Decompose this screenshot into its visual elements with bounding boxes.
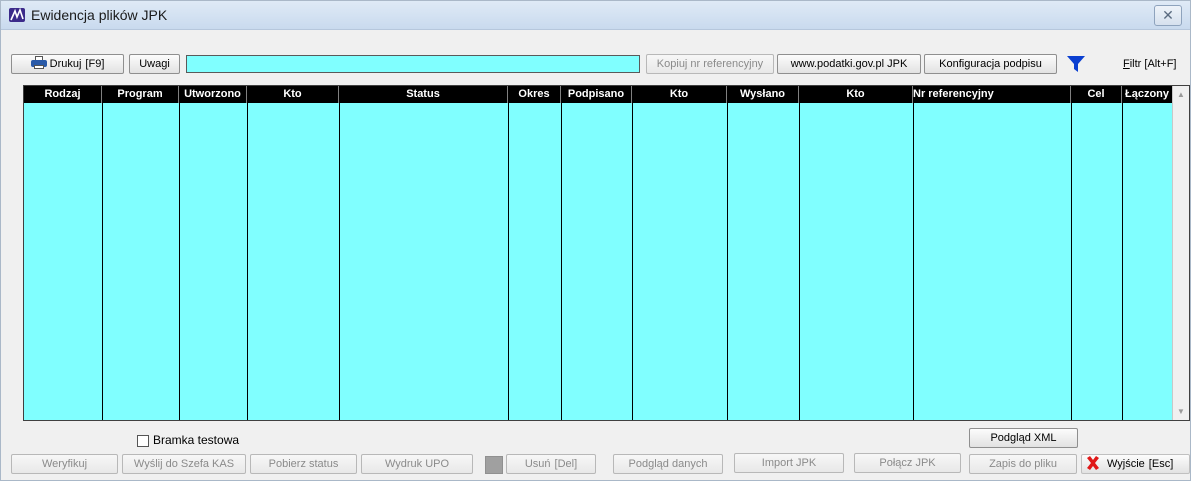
column-divider: [179, 103, 180, 420]
exit-label: Wyjście: [1107, 458, 1145, 470]
preview-data-button[interactable]: Podgląd danych: [613, 454, 723, 474]
import-jpk-button[interactable]: Import JPK: [734, 453, 844, 473]
app-icon: [9, 8, 25, 22]
column-header-reference-number[interactable]: Nr referencyjny: [913, 86, 1071, 103]
exit-button[interactable]: Wyjście [Esc]: [1081, 454, 1190, 474]
print-button[interactable]: Drukuj [F9]: [11, 54, 124, 74]
column-divider: [727, 103, 728, 420]
get-status-button[interactable]: Pobierz status: [250, 454, 357, 474]
column-header-purpose[interactable]: Cel: [1071, 86, 1122, 103]
filter-accelerator: F: [1123, 58, 1130, 70]
jpk-files-table[interactable]: Rodzaj Program Utworzono Kto Status Okre…: [23, 85, 1190, 421]
column-header-sent-by[interactable]: Kto: [799, 86, 913, 103]
test-gateway-label: Bramka testowa: [153, 433, 240, 447]
verify-button[interactable]: Weryfikuj: [11, 454, 118, 474]
scroll-down-arrow-icon[interactable]: ▼: [1173, 403, 1189, 420]
column-divider: [632, 103, 633, 420]
column-divider: [102, 103, 103, 420]
preview-xml-button[interactable]: Podgląd XML: [969, 428, 1078, 448]
table-header: Rodzaj Program Utworzono Kto Status Okre…: [24, 86, 1172, 103]
filter-button[interactable]: Filtr [Alt+F]: [1123, 58, 1177, 70]
print-shortcut: [F9]: [85, 58, 105, 70]
column-header-signed[interactable]: Podpisano: [561, 86, 632, 103]
delete-label: Usuń: [524, 458, 551, 470]
column-header-merged[interactable]: Łączony: [1122, 86, 1172, 103]
column-divider: [247, 103, 248, 420]
remarks-field[interactable]: [186, 55, 640, 73]
column-divider: [508, 103, 509, 420]
column-divider: [913, 103, 914, 420]
column-header-type[interactable]: Rodzaj: [24, 86, 102, 103]
print-label: Drukuj: [49, 58, 82, 70]
delete-button[interactable]: Usuń [Del]: [506, 454, 596, 474]
remarks-button[interactable]: Uwagi: [129, 54, 180, 74]
close-icon[interactable]: ✕: [1154, 5, 1182, 26]
column-header-program[interactable]: Program: [102, 86, 179, 103]
printer-icon: [30, 56, 47, 69]
exit-x-icon: [1087, 456, 1099, 470]
scroll-up-arrow-icon[interactable]: ▲: [1173, 86, 1189, 103]
vertical-scrollbar[interactable]: ▲ ▼: [1172, 86, 1189, 420]
column-divider: [1122, 103, 1123, 420]
column-divider: [339, 103, 340, 420]
column-header-created[interactable]: Utworzono: [179, 86, 247, 103]
column-header-status[interactable]: Status: [339, 86, 508, 103]
title-bar: Ewidencja plików JPK ✕: [1, 1, 1190, 30]
delete-shortcut: [Del]: [554, 458, 578, 470]
column-header-created-by[interactable]: Kto: [247, 86, 339, 103]
copy-reference-button[interactable]: Kopiuj nr referencyjny: [646, 54, 774, 74]
save-to-file-button[interactable]: Zapis do pliku: [969, 454, 1077, 474]
exit-shortcut: [Esc]: [1148, 458, 1174, 470]
delete-icon: [485, 456, 503, 474]
column-divider: [1071, 103, 1072, 420]
column-header-sent[interactable]: Wysłano: [727, 86, 799, 103]
filter-label: iltr [Alt+F]: [1129, 58, 1177, 70]
send-to-kas-button[interactable]: Wyślij do Szefa KAS: [122, 454, 246, 474]
column-header-period[interactable]: Okres: [508, 86, 561, 103]
merge-jpk-button[interactable]: Połącz JPK: [854, 453, 961, 473]
jpk-files-window: Ewidencja plików JPK ✕ Drukuj [F9] Uwagi …: [0, 0, 1191, 481]
column-divider: [561, 103, 562, 420]
filter-icon[interactable]: [1065, 54, 1087, 74]
test-gateway-checkbox[interactable]: [137, 435, 149, 447]
signature-config-button[interactable]: Konfiguracja podpisu: [924, 54, 1057, 74]
column-header-signed-by[interactable]: Kto: [632, 86, 727, 103]
column-divider: [799, 103, 800, 420]
print-upo-button[interactable]: Wydruk UPO: [361, 454, 473, 474]
window-title: Ewidencja plików JPK: [31, 7, 168, 23]
podatki-website-button[interactable]: www.podatki.gov.pl JPK: [777, 54, 921, 74]
